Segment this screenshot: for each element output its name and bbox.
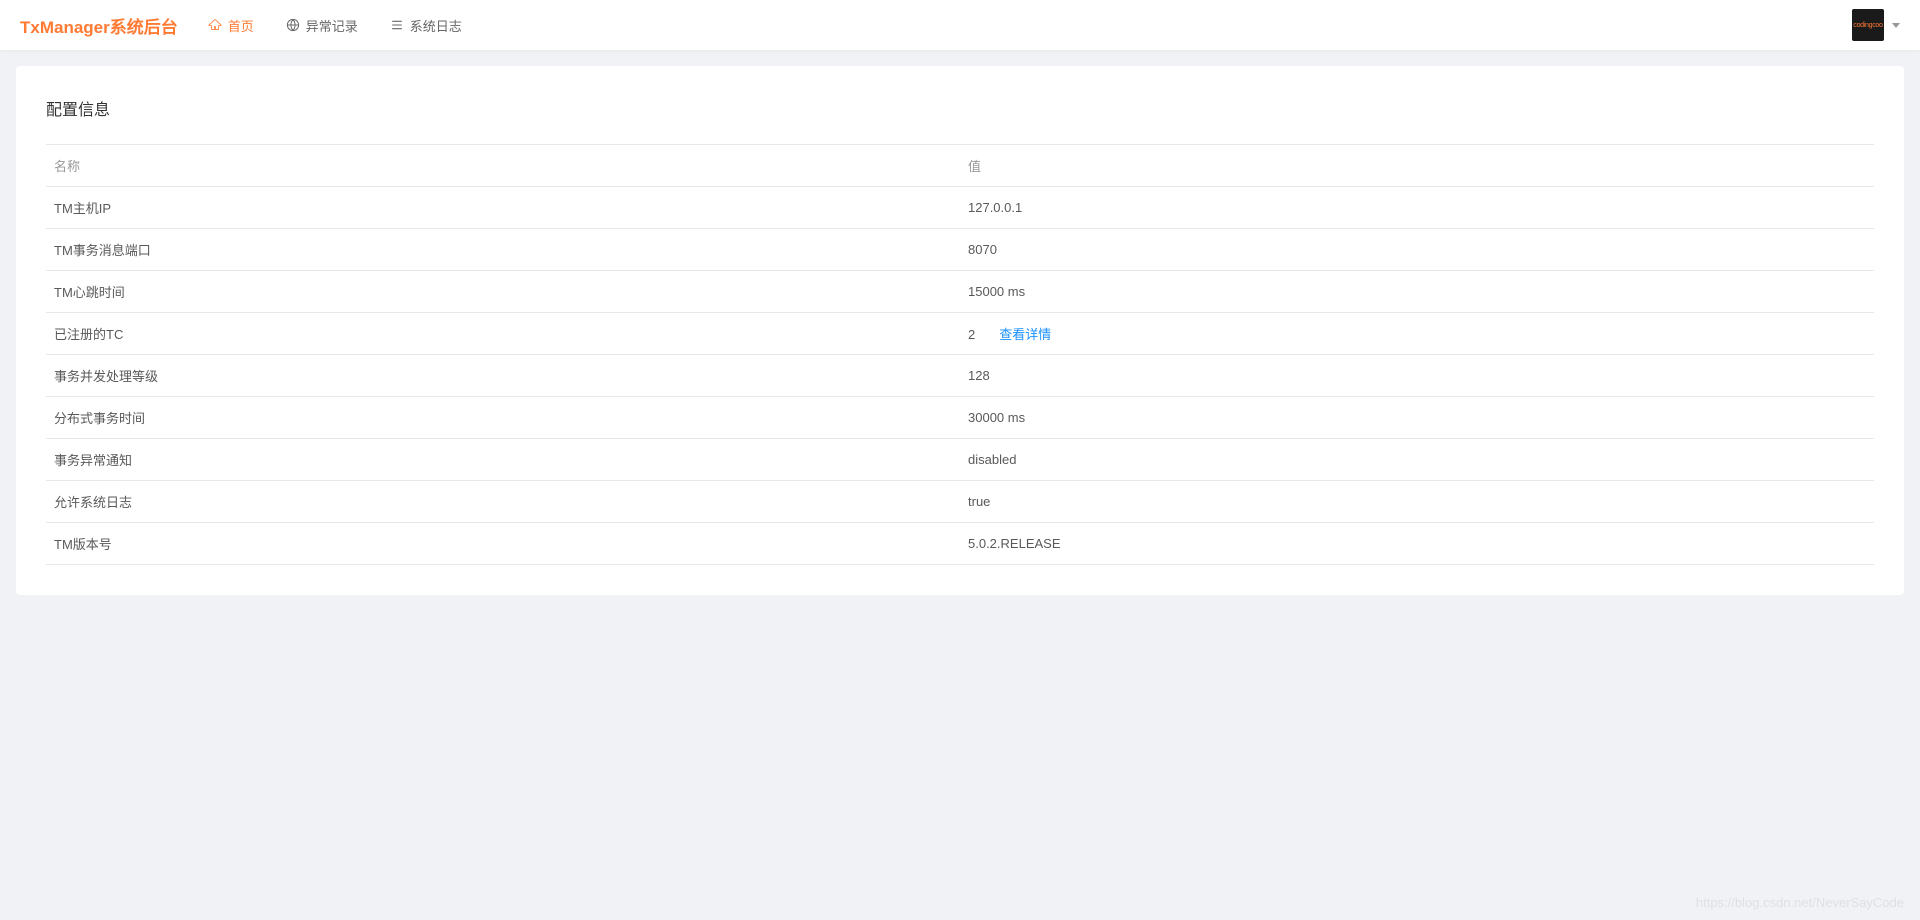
nav-logs-label: 系统日志 <box>410 16 462 35</box>
globe-icon <box>286 18 300 32</box>
row-name: 事务并发处理等级 <box>46 355 960 397</box>
row-value: 30000 ms <box>960 397 1874 439</box>
table-row: TM版本号5.0.2.RELEASE <box>46 523 1874 565</box>
col-value: 值 <box>960 145 1874 187</box>
table-row: 已注册的TC2查看详情 <box>46 313 1874 355</box>
row-name: TM事务消息端口 <box>46 229 960 271</box>
row-name: 允许系统日志 <box>46 481 960 523</box>
row-value: 8070 <box>960 229 1874 271</box>
table-row: 事务异常通知disabled <box>46 439 1874 481</box>
user-menu[interactable]: codingcoo <box>1852 9 1900 41</box>
config-card: 配置信息 名称 值 TM主机IP127.0.0.1TM事务消息端口8070TM心… <box>16 66 1904 595</box>
table-row: TM心跳时间15000 ms <box>46 271 1874 313</box>
row-value: true <box>960 481 1874 523</box>
view-details-link[interactable]: 查看详情 <box>999 327 1051 342</box>
avatar: codingcoo <box>1852 9 1884 41</box>
config-table: 名称 值 TM主机IP127.0.0.1TM事务消息端口8070TM心跳时间15… <box>46 144 1874 565</box>
row-value: 5.0.2.RELEASE <box>960 523 1874 565</box>
row-name: 已注册的TC <box>46 313 960 355</box>
row-name: TM版本号 <box>46 523 960 565</box>
table-row: 事务并发处理等级128 <box>46 355 1874 397</box>
table-row: 分布式事务时间30000 ms <box>46 397 1874 439</box>
nav-home[interactable]: 首页 <box>208 16 254 35</box>
watermark: https://blog.csdn.net/NeverSayCode <box>1696 895 1904 910</box>
row-value: 2查看详情 <box>960 313 1874 355</box>
top-nav: 首页 异常记录 系统日志 <box>208 16 1852 35</box>
chevron-down-icon <box>1892 23 1900 28</box>
header: TxManager系统后台 首页 异常记录 系统日志 codingcoo <box>0 0 1920 50</box>
row-value: 127.0.0.1 <box>960 187 1874 229</box>
col-name: 名称 <box>46 145 960 187</box>
table-row: TM事务消息端口8070 <box>46 229 1874 271</box>
row-name: 事务异常通知 <box>46 439 960 481</box>
table-header-row: 名称 值 <box>46 145 1874 187</box>
row-name: TM主机IP <box>46 187 960 229</box>
row-name: 分布式事务时间 <box>46 397 960 439</box>
row-value: 128 <box>960 355 1874 397</box>
brand-title: TxManager系统后台 <box>20 13 178 38</box>
row-value: disabled <box>960 439 1874 481</box>
row-name: TM心跳时间 <box>46 271 960 313</box>
nav-exception[interactable]: 异常记录 <box>286 16 358 35</box>
table-row: 允许系统日志true <box>46 481 1874 523</box>
nav-home-label: 首页 <box>228 16 254 35</box>
home-icon <box>208 18 222 32</box>
card-title: 配置信息 <box>46 96 1874 120</box>
nav-exception-label: 异常记录 <box>306 16 358 35</box>
table-row: TM主机IP127.0.0.1 <box>46 187 1874 229</box>
row-value: 15000 ms <box>960 271 1874 313</box>
main-content: 配置信息 名称 值 TM主机IP127.0.0.1TM事务消息端口8070TM心… <box>0 50 1920 611</box>
list-icon <box>390 18 404 32</box>
nav-logs[interactable]: 系统日志 <box>390 16 462 35</box>
